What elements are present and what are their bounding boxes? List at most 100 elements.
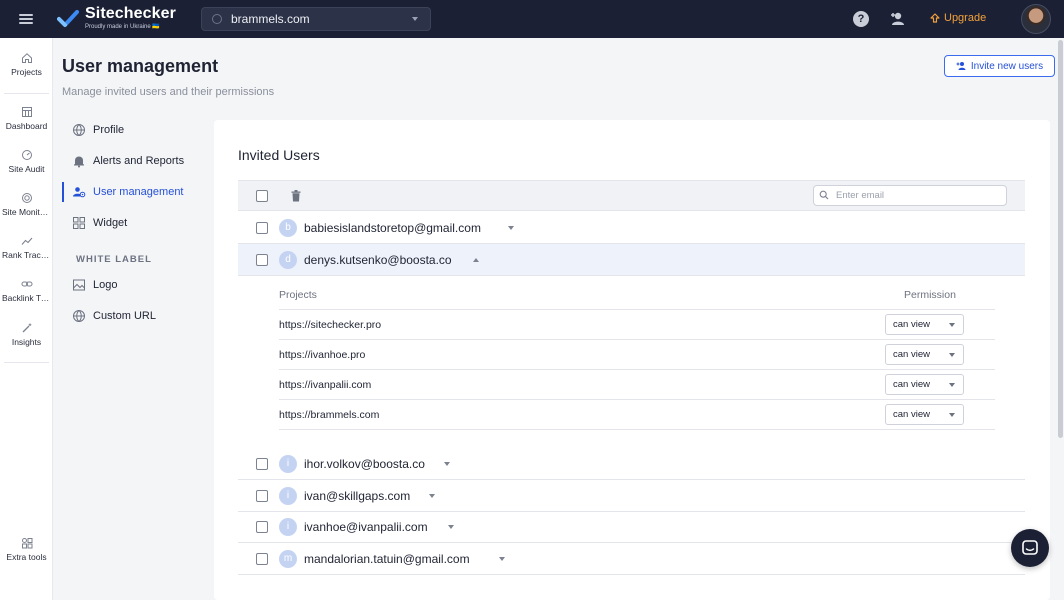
caret-up-icon[interactable] bbox=[473, 258, 479, 262]
settings-nav-label: Profile bbox=[93, 124, 125, 136]
rail-item-site-audit[interactable]: Site Audit bbox=[0, 149, 53, 174]
link-icon bbox=[21, 281, 32, 287]
email-search-input[interactable] bbox=[813, 185, 1007, 206]
globe-icon bbox=[73, 124, 85, 137]
user-email: mandalorian.tatuin@gmail.com bbox=[304, 552, 470, 566]
user-checkbox[interactable] bbox=[256, 222, 268, 234]
user-checkbox[interactable] bbox=[256, 458, 268, 470]
user-row[interactable]: i ihor.volkov@boosta.co bbox=[238, 448, 1025, 480]
projects-column-header: Projects bbox=[279, 289, 317, 301]
trash-icon[interactable] bbox=[291, 190, 301, 202]
users-icon bbox=[73, 187, 86, 198]
settings-nav-user-management[interactable]: User management bbox=[62, 182, 184, 202]
settings-nav-custom-url[interactable]: Custom URL bbox=[62, 306, 156, 326]
audit-gauge-icon bbox=[21, 150, 32, 160]
user-initial-avatar: m bbox=[279, 550, 297, 568]
user-checkbox[interactable] bbox=[256, 521, 268, 533]
home-icon bbox=[21, 53, 32, 63]
user-initial-avatar: i bbox=[279, 518, 297, 536]
settings-nav-profile[interactable]: Profile bbox=[62, 120, 124, 140]
tools-grid-icon bbox=[21, 538, 32, 549]
rail-label: Backlink Tracker bbox=[2, 293, 53, 303]
image-icon bbox=[73, 279, 85, 291]
rail-label: Rank Tracker bbox=[2, 250, 53, 260]
settings-nav-label: Logo bbox=[93, 279, 118, 291]
chat-widget-button[interactable] bbox=[1011, 529, 1049, 567]
permission-select[interactable]: can view bbox=[885, 314, 964, 335]
user-row[interactable]: i ivan@skillgaps.com bbox=[238, 480, 1025, 512]
search-icon bbox=[819, 190, 829, 200]
rail-item-backlink-tracker[interactable]: Backlink Tracker bbox=[0, 278, 53, 303]
permission-column-header: Permission bbox=[904, 289, 956, 301]
row-divider bbox=[279, 369, 995, 370]
rail-divider bbox=[4, 362, 49, 363]
settings-nav-widget[interactable]: Widget bbox=[62, 213, 127, 233]
user-checkbox[interactable] bbox=[256, 490, 268, 502]
favicon-icon bbox=[212, 14, 222, 24]
row-divider bbox=[279, 339, 995, 340]
invite-label: Invite new users bbox=[970, 60, 1044, 72]
rail-item-rank-tracker[interactable]: Rank Tracker bbox=[0, 235, 53, 260]
user-row[interactable]: m mandalorian.tatuin@gmail.com bbox=[238, 543, 1025, 575]
chevron-down-icon bbox=[949, 323, 955, 327]
help-icon[interactable]: ? bbox=[853, 11, 869, 27]
caret-down-icon[interactable] bbox=[429, 494, 435, 498]
invite-new-users-button[interactable]: Invite new users bbox=[944, 55, 1055, 77]
permission-select[interactable]: can view bbox=[885, 374, 964, 395]
chevron-down-icon bbox=[949, 413, 955, 417]
chevron-down-icon bbox=[412, 17, 418, 21]
user-checkbox[interactable] bbox=[256, 254, 268, 266]
user-row-expanded[interactable]: d denys.kutsenko@boosta.co bbox=[238, 244, 1025, 276]
rail-label: Site Monitoring bbox=[2, 207, 53, 217]
brand-logo[interactable]: Sitechecker Proudly made in Ukraine 🇺🇦 bbox=[57, 6, 176, 31]
settings-nav-label: Custom URL bbox=[93, 310, 156, 322]
page-scrollbar[interactable] bbox=[1058, 40, 1063, 438]
rank-trend-icon bbox=[21, 237, 32, 245]
rail-label: Site Audit bbox=[8, 164, 45, 174]
rail-item-site-monitoring[interactable]: Site Monitoring bbox=[0, 192, 53, 217]
chat-icon bbox=[1022, 540, 1038, 555]
caret-down-icon[interactable] bbox=[448, 525, 454, 529]
page-title: User management bbox=[62, 56, 219, 76]
permission-select[interactable]: can view bbox=[885, 344, 964, 365]
row-divider bbox=[279, 429, 995, 430]
user-email: denys.kutsenko@boosta.co bbox=[304, 253, 452, 267]
user-avatar[interactable] bbox=[1021, 4, 1051, 34]
settings-nav-logo[interactable]: Logo bbox=[62, 275, 117, 295]
user-row[interactable]: b babiesislandstoretop@gmail.com bbox=[238, 212, 1025, 244]
select-all-checkbox[interactable] bbox=[256, 190, 268, 202]
add-user-icon bbox=[956, 62, 966, 70]
user-row[interactable]: i ivanhoe@ivanpalii.com bbox=[238, 511, 1025, 543]
caret-down-icon[interactable] bbox=[499, 557, 505, 561]
brand-name: Sitechecker bbox=[85, 5, 176, 22]
project-domain-select[interactable]: brammels.com bbox=[201, 7, 431, 31]
caret-down-icon[interactable] bbox=[444, 462, 450, 466]
upgrade-button[interactable]: Upgrade bbox=[930, 12, 986, 24]
permission-value: can view bbox=[893, 379, 930, 390]
rail-item-extra-tools[interactable]: Extra tools bbox=[0, 537, 53, 562]
row-divider bbox=[279, 309, 995, 310]
user-initial-avatar: b bbox=[279, 219, 297, 237]
rail-divider bbox=[4, 93, 49, 94]
rail-item-insights[interactable]: Insights bbox=[0, 322, 53, 347]
rail-label: Insights bbox=[11, 337, 42, 347]
monitoring-radar-icon bbox=[21, 193, 32, 203]
rail-item-dashboard[interactable]: Dashboard bbox=[0, 106, 53, 131]
add-user-icon[interactable] bbox=[889, 10, 907, 28]
widget-grid-icon bbox=[73, 217, 85, 229]
settings-nav-alerts[interactable]: Alerts and Reports bbox=[62, 151, 184, 171]
rail-item-projects[interactable]: Projects bbox=[0, 52, 53, 77]
menu-icon[interactable] bbox=[19, 12, 33, 26]
user-checkbox[interactable] bbox=[256, 553, 268, 565]
caret-down-icon[interactable] bbox=[508, 226, 514, 230]
user-initial-avatar: i bbox=[279, 487, 297, 505]
permission-value: can view bbox=[893, 409, 930, 420]
row-divider bbox=[279, 399, 995, 400]
upgrade-label: Upgrade bbox=[944, 12, 987, 24]
globe-icon bbox=[73, 310, 85, 323]
settings-nav-label: Widget bbox=[93, 217, 128, 229]
rail-label: Projects bbox=[11, 67, 42, 77]
permission-value: can view bbox=[893, 319, 930, 330]
project-domain: brammels.com bbox=[231, 12, 310, 26]
permission-select[interactable]: can view bbox=[885, 404, 964, 425]
